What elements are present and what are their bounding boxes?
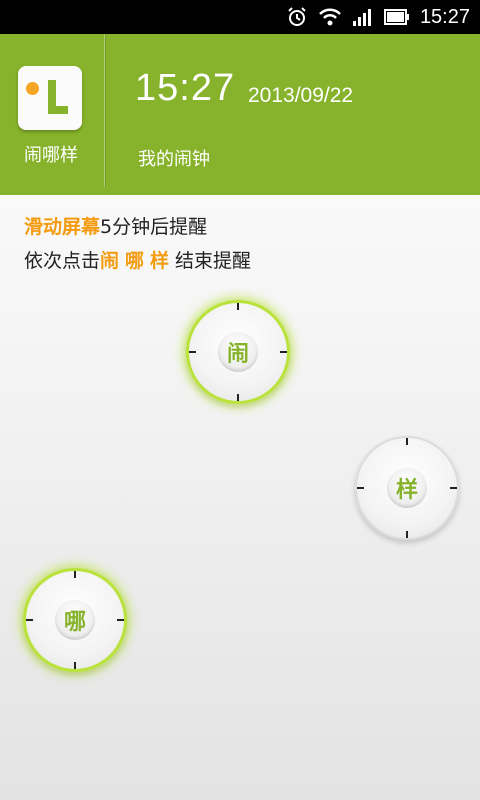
battery-icon bbox=[383, 8, 410, 26]
dial-label: 样 bbox=[387, 468, 427, 508]
app-name: 闹哪样 bbox=[24, 145, 78, 166]
dismiss-highlight: 闹哪样 bbox=[100, 250, 176, 272]
alarm-label: 我的闹钟 bbox=[138, 149, 210, 170]
dial-label: 哪 bbox=[55, 600, 95, 640]
status-bar: 15:27 bbox=[0, 0, 480, 34]
alarm-icon bbox=[286, 6, 308, 28]
dial-button-na[interactable]: 哪 bbox=[23, 568, 127, 672]
signal-icon bbox=[352, 7, 374, 27]
dial-button-nao[interactable]: 闹 bbox=[186, 300, 290, 404]
app-logo-icon bbox=[18, 66, 82, 130]
snooze-highlight: 滑动屏幕 bbox=[24, 216, 101, 238]
alarm-header: 闹哪样 15:27 2013/09/22 我的闹钟 bbox=[0, 34, 480, 195]
dismiss-suffix: 结束提醒 bbox=[175, 250, 252, 272]
alarm-time: 15:27 bbox=[135, 67, 236, 109]
snooze-instruction: 滑动屏幕5分钟后提醒 bbox=[24, 212, 207, 239]
status-time: 15:27 bbox=[419, 5, 470, 28]
header-divider bbox=[104, 34, 105, 187]
alarm-date: 2013/09/22 bbox=[248, 84, 354, 107]
dial-label: 闹 bbox=[218, 332, 258, 372]
snooze-text: 5分钟后提醒 bbox=[100, 216, 208, 238]
dismiss-instruction: 依次点击闹哪样结束提醒 bbox=[24, 246, 251, 273]
wifi-icon bbox=[318, 7, 342, 27]
dial-button-yang[interactable]: 样 bbox=[355, 436, 459, 540]
dismiss-prefix: 依次点击 bbox=[24, 250, 101, 272]
